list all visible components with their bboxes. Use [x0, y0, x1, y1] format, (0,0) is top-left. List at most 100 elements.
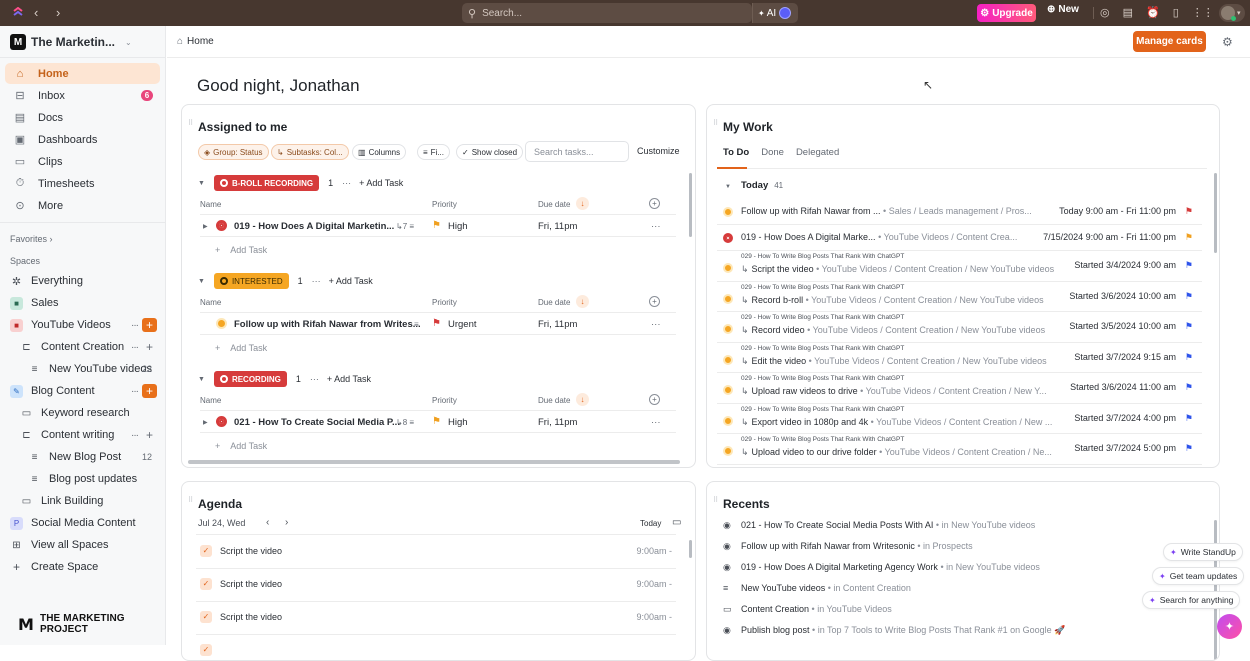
- task-name[interactable]: Follow up with Rifah Nawar from Writes..…: [234, 319, 421, 330]
- my-work-item[interactable]: 029 - How To Write Blog Posts That Rank …: [717, 312, 1202, 343]
- parent-task[interactable]: 029 - How To Write Blog Posts That Rank …: [741, 253, 904, 260]
- create-space[interactable]: + Create Space: [10, 557, 165, 577]
- space-sales[interactable]: ■ Sales: [10, 293, 165, 313]
- parent-task[interactable]: 029 - How To Write Blog Posts That Rank …: [741, 375, 904, 382]
- flag-icon[interactable]: ⚑: [1185, 443, 1193, 454]
- sidebar-item-docs[interactable]: ▤ Docs: [5, 107, 160, 128]
- add-task-row[interactable]: + Add Task: [215, 343, 267, 353]
- expand-icon[interactable]: ▶: [203, 223, 208, 230]
- my-work-item[interactable]: Follow up with Rifah Nawar from ... • Sa…: [717, 199, 1202, 225]
- sidebar-item-timesheets[interactable]: ⏱ Timesheets: [5, 173, 160, 194]
- add-task-button[interactable]: + Add Task: [329, 276, 373, 286]
- space-blog-content[interactable]: ✎ Blog Content ··· +: [10, 381, 160, 401]
- status-icon[interactable]: [216, 416, 227, 427]
- task-date[interactable]: Started 3/7/2024 5:00 pm: [1074, 443, 1176, 453]
- sort-arrow-icon[interactable]: ↓: [576, 295, 589, 308]
- check-circle-icon[interactable]: ◎: [1100, 6, 1110, 19]
- favorites-header[interactable]: Favorites ›: [10, 234, 53, 244]
- sidebar-item-clips[interactable]: ▭ Clips: [5, 151, 160, 172]
- due-date[interactable]: Fri, 11pm: [538, 417, 577, 428]
- parent-task[interactable]: 029 - How To Write Blog Posts That Rank …: [741, 436, 904, 443]
- task-title-line[interactable]: ↳ Record b-roll • YouTube Videos / Conten…: [741, 295, 1044, 306]
- status-icon[interactable]: [723, 354, 733, 365]
- sidebar-item-home[interactable]: ⌂ Home: [5, 63, 160, 84]
- task-name[interactable]: 021 - How To Create Social Media P...: [234, 417, 400, 428]
- add-button[interactable]: +: [142, 318, 157, 332]
- manage-cards-button[interactable]: Manage cards: [1133, 31, 1206, 52]
- parent-task[interactable]: 029 - How To Write Blog Posts That Rank …: [741, 314, 904, 321]
- task-name[interactable]: 019 - How Does A Digital Marketin...: [234, 221, 394, 232]
- status-icon[interactable]: [216, 220, 227, 231]
- app-logo-icon[interactable]: [12, 7, 24, 19]
- add-task-button[interactable]: + Add Task: [359, 178, 403, 188]
- agenda-item[interactable]: ✓ Script the video 9:00am -: [196, 535, 676, 568]
- agenda-item-partial[interactable]: ✓: [196, 634, 676, 660]
- vertical-scrollbar[interactable]: [689, 540, 692, 558]
- col-name[interactable]: Name: [200, 200, 221, 209]
- flag-icon[interactable]: ⚑: [1185, 413, 1193, 424]
- subtasks-chip[interactable]: ↳ Subtasks: Col...: [271, 144, 349, 160]
- col-priority[interactable]: Priority: [432, 200, 457, 209]
- task-date[interactable]: Started 3/6/2024 10:00 am: [1069, 291, 1176, 301]
- today-group-header[interactable]: ▼ Today 41: [725, 180, 783, 191]
- filter-chip[interactable]: ≡ Fi...: [417, 144, 451, 160]
- sidebar-item-more[interactable]: ⊙ More: [5, 195, 160, 216]
- back-icon[interactable]: ‹: [34, 5, 38, 20]
- task-title-line[interactable]: 019 - How Does A Digital Marke... • YouT…: [741, 232, 1017, 242]
- more-options-icon[interactable]: ···: [310, 374, 319, 384]
- col-due-date[interactable]: Due date: [538, 200, 570, 209]
- collapse-icon[interactable]: ▼: [198, 180, 205, 187]
- task-row[interactable]: Follow up with Rifah Nawar from Writes..…: [200, 312, 676, 335]
- calendar-icon[interactable]: ▭: [672, 517, 681, 528]
- next-day-icon[interactable]: ›: [285, 517, 288, 528]
- parent-task[interactable]: 029 - How To Write Blog Posts That Rank …: [741, 284, 904, 291]
- show-closed-chip[interactable]: ✓ Show closed: [456, 144, 524, 160]
- my-work-item[interactable]: 029 - How To Write Blog Posts That Rank …: [717, 251, 1202, 282]
- col-due-date[interactable]: Due date: [538, 298, 570, 307]
- my-work-item[interactable]: 029 - How To Write Blog Posts That Rank …: [717, 434, 1202, 465]
- drag-handle-icon[interactable]: ⠿: [188, 120, 194, 127]
- vertical-scrollbar[interactable]: [689, 173, 692, 237]
- user-avatar[interactable]: ▾: [1219, 4, 1245, 22]
- folder-content-creation[interactable]: ⊏ Content Creation ··· +: [20, 337, 160, 357]
- add-column-icon[interactable]: +: [649, 296, 660, 307]
- task-date[interactable]: Today 9:00 am - Fri 11:00 pm: [1059, 206, 1176, 216]
- flag-icon[interactable]: ⚑: [1185, 232, 1193, 243]
- task-title-line[interactable]: ↳ Record video • YouTube Videos / Content…: [741, 325, 1045, 336]
- more-options-icon[interactable]: ···: [651, 417, 661, 428]
- task-date[interactable]: 7/15/2024 9:00 am - Fri 11:00 pm: [1043, 232, 1176, 242]
- task-title-line[interactable]: ↳ Export video in 1080p and 4k • YouTube …: [741, 417, 1052, 428]
- list-new-blog-post[interactable]: ≡ New Blog Post 12: [28, 447, 160, 467]
- drag-handle-icon[interactable]: ⠿: [713, 120, 719, 127]
- status-icon[interactable]: [723, 385, 733, 395]
- more-options-icon[interactable]: ···: [131, 430, 139, 441]
- task-title-line[interactable]: ↳ Upload raw videos to drive • YouTube Vi…: [741, 386, 1047, 397]
- add-task-row[interactable]: + Add Task: [215, 441, 267, 451]
- workspace-switcher[interactable]: M The Marketin... ⌄: [10, 34, 132, 50]
- more-options-icon[interactable]: ···: [342, 178, 351, 188]
- flag-icon[interactable]: ⚑: [1185, 382, 1193, 393]
- task-date[interactable]: Started 3/7/2024 9:15 am: [1074, 352, 1176, 362]
- sort-arrow-icon[interactable]: ↓: [576, 393, 589, 406]
- more-options-icon[interactable]: ···: [131, 320, 139, 331]
- more-options-icon[interactable]: ···: [651, 221, 661, 232]
- gear-icon[interactable]: ⚙: [1222, 35, 1233, 49]
- space-everything[interactable]: ✲ Everything: [10, 271, 165, 291]
- task-row[interactable]: ▶ 019 - How Does A Digital Marketin... ↳…: [200, 214, 676, 237]
- add-task-button[interactable]: + Add Task: [327, 374, 371, 384]
- collapse-icon[interactable]: ▼: [198, 376, 205, 383]
- more-options-icon[interactable]: ···: [131, 342, 139, 353]
- forward-icon[interactable]: ›: [56, 5, 60, 20]
- flag-icon[interactable]: ⚑: [1185, 291, 1193, 302]
- breadcrumb[interactable]: ⌂ Home: [177, 36, 214, 47]
- recent-item[interactable]: ◉ 019 - How Does A Digital Marketing Agen…: [723, 562, 1040, 580]
- status-icon[interactable]: [723, 293, 733, 304]
- col-name[interactable]: Name: [200, 298, 221, 307]
- status-badge[interactable]: B-ROLL RECORDING: [213, 175, 320, 191]
- flag-icon[interactable]: ⚑: [1185, 352, 1193, 363]
- task-date[interactable]: Started 3/7/2024 4:00 pm: [1074, 413, 1176, 423]
- notepad-icon[interactable]: ▤: [1123, 6, 1133, 19]
- my-work-item[interactable]: 029 - How To Write Blog Posts That Rank …: [717, 343, 1202, 373]
- search-for-anything-button[interactable]: ✦ Search for anything: [1142, 591, 1241, 609]
- col-name[interactable]: Name: [200, 396, 221, 405]
